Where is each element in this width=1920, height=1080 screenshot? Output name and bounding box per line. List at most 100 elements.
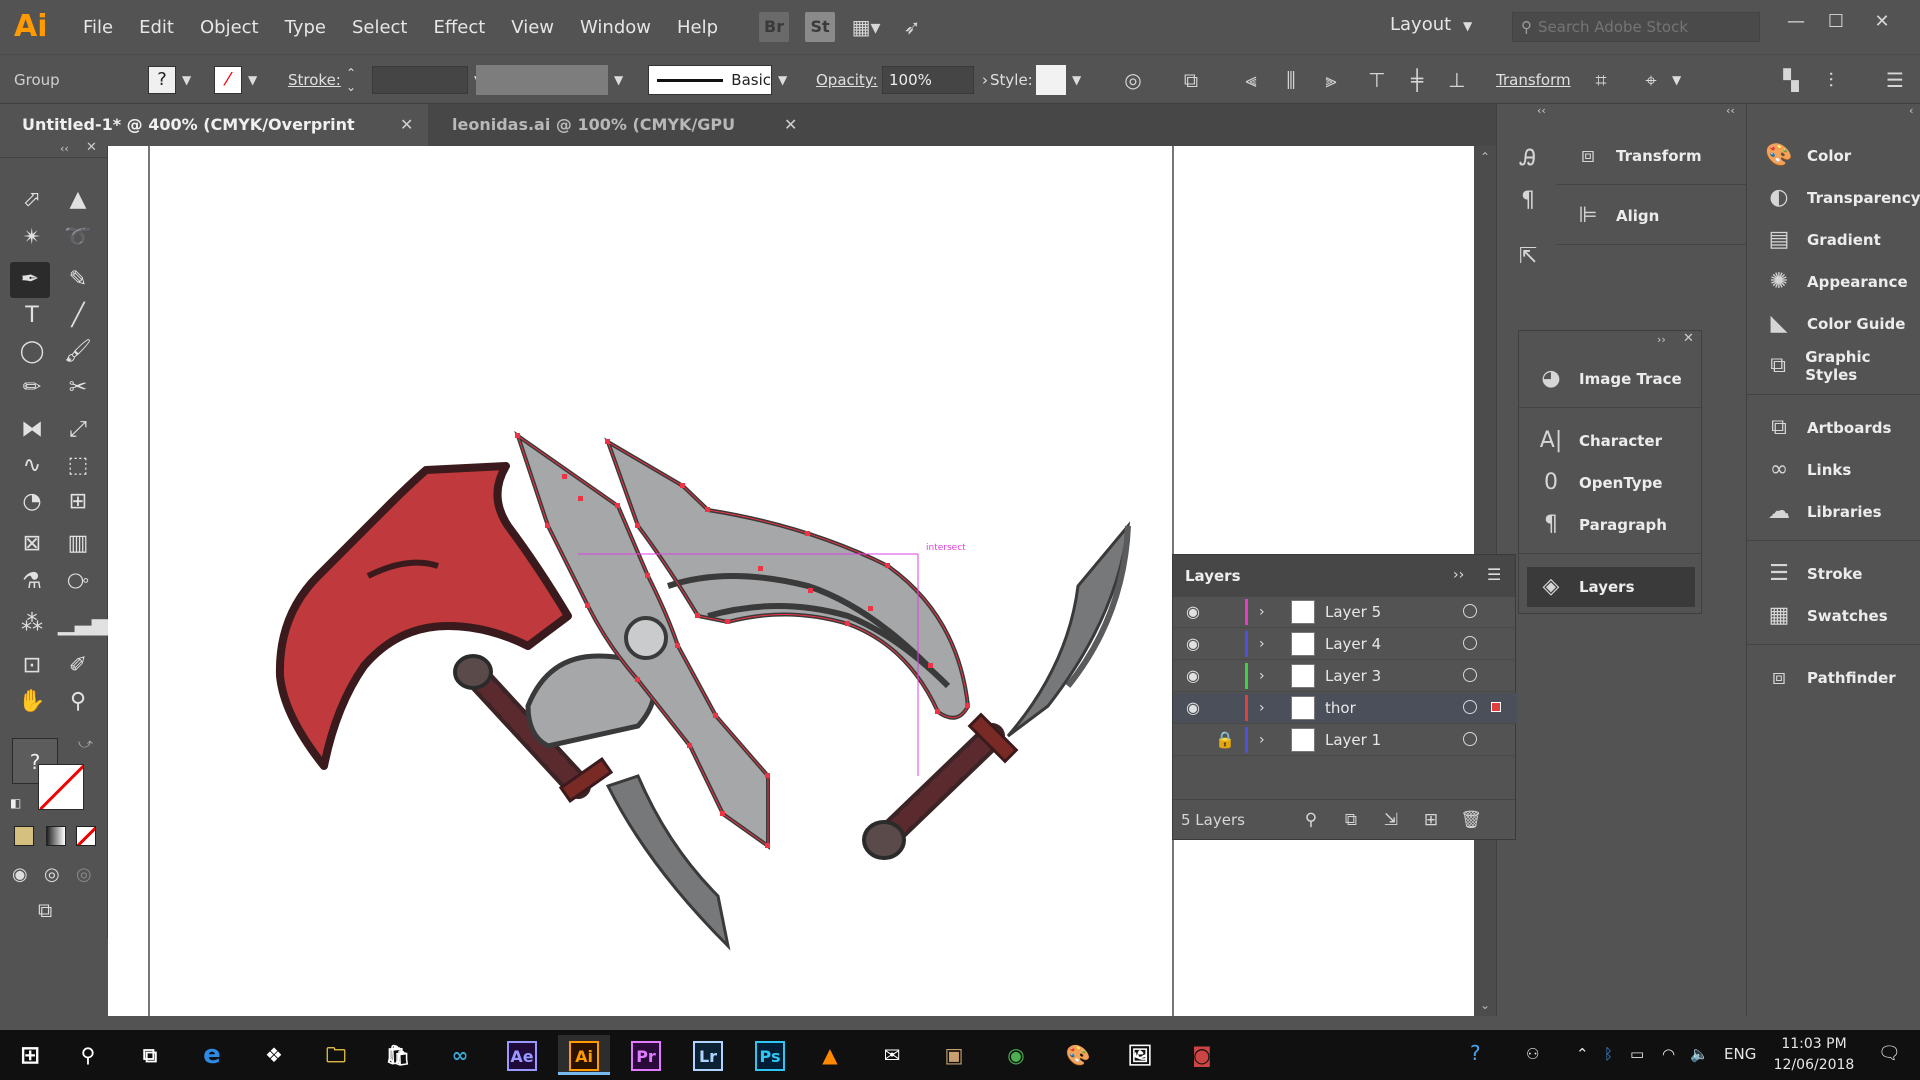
paintbrush-tool-icon[interactable]: 🖌 [58,334,98,370]
close-icon[interactable]: ✕ [400,104,413,146]
pen-tool-icon[interactable]: ✒ [10,262,50,298]
symbol-sprayer-tool-icon[interactable]: ⁂ [12,606,52,642]
wifi-icon[interactable]: ◠ [1662,1045,1675,1063]
photo-app-icon[interactable]: ▣ [928,1035,980,1075]
collapse-icon[interactable]: ‹ [1909,104,1913,117]
task-view-icon[interactable]: ⧉ [124,1035,176,1075]
selection-tool-icon[interactable]: ⬀ [12,182,52,218]
stroke-label[interactable]: Stroke: [288,55,341,105]
isolate-group-icon[interactable]: ⌗ [1586,55,1616,105]
scale-tool-icon[interactable]: ⤢ [58,412,98,448]
volume-icon[interactable]: 🔈 [1690,1045,1709,1063]
fill-swatch[interactable]: ? ▼ [148,55,191,105]
chevron-right-icon[interactable]: › [1259,730,1275,750]
zoom-tool-icon[interactable]: ⚲ [58,684,98,720]
stroke-swatch[interactable]: ⁄ ▼ [214,55,257,105]
chevron-up-icon[interactable]: ⌃ [1576,1045,1589,1063]
stock-icon[interactable]: St [805,12,836,42]
mail-icon[interactable]: ✉ [866,1035,918,1075]
new-layer-icon[interactable]: ⊞ [1419,808,1443,832]
search-stock[interactable]: ⚲ [1512,12,1760,42]
bridge-icon[interactable]: Br [759,12,790,42]
arrange-icon[interactable]: ⫶ [1816,55,1846,105]
bluetooth-icon[interactable]: ᛒ [1604,1045,1613,1063]
close-icon[interactable]: ✕ [784,104,797,146]
opacity-input[interactable] [882,66,974,94]
lock-icon[interactable]: 🔒 [1215,730,1235,750]
slice-tool-icon[interactable]: ✐ [58,648,98,684]
color-mode-icon[interactable] [14,826,34,846]
warp-tool-icon[interactable]: ∿ [12,448,52,484]
minimize-icon[interactable]: — [1782,8,1810,36]
panel-menu-icon[interactable]: ☰ [1487,565,1501,584]
adobe-app-lr-icon[interactable]: Lr [682,1035,734,1075]
scissors-tool-icon[interactable]: ✂ [58,370,98,406]
character-styles-icon[interactable]: Ꭿ [1513,144,1543,174]
scroll-down-icon[interactable]: ⌄ [1474,998,1496,1012]
dropbox-icon[interactable]: ❖ [248,1035,300,1075]
start-icon[interactable]: ⊞ [4,1035,56,1075]
layer-row[interactable]: ◉ › Layer 4 [1173,629,1517,660]
dock-item-paragraph[interactable]: ¶ Paragraph [1519,505,1701,545]
dock-item-artboards[interactable]: ⧉ Artboards [1747,408,1920,448]
swap-fill-stroke-icon[interactable]: ⤻ [78,736,93,752]
opacity-label[interactable]: Opacity: [816,55,878,105]
photos-icon[interactable]: 🖼 [1114,1035,1166,1075]
chevron-right-icon[interactable]: › [1259,698,1275,718]
gradient-mode-icon[interactable] [46,826,66,846]
recolor-artwork-icon[interactable]: ◎ [1118,55,1148,105]
eyedropper-tool-icon[interactable]: ⚗ [12,564,52,600]
hand-tool-icon[interactable]: ✋ [12,684,52,720]
dock-item-libraries[interactable]: ☁ Libraries [1747,492,1920,532]
free-transform-tool-icon[interactable]: ⬚ [58,448,98,484]
layer-row[interactable]: ◉ › Layer 3 [1173,661,1517,692]
vlc-icon[interactable]: ▲ [804,1035,856,1075]
arduino-icon[interactable]: ∞ [434,1035,486,1075]
dock-item-color-guide[interactable]: ◣ Color Guide [1747,304,1920,344]
layer-row[interactable]: ◉ › thor [1173,693,1517,724]
dock-item-appearance[interactable]: ✺ Appearance [1747,262,1920,302]
store-icon[interactable]: 🛍 [372,1035,424,1075]
screen-mode-icon[interactable]: ⧉ [38,898,52,922]
layer-name[interactable]: Layer 4 [1325,635,1381,653]
language-indicator[interactable]: ENG [1724,1045,1756,1063]
adobe-app-ae-icon[interactable]: Ae [496,1035,548,1075]
expand-panels-icon[interactable]: ‹‹ [1537,104,1546,117]
dock-item-transform[interactable]: ⧈ Transform [1556,136,1746,176]
tab-leonidas[interactable]: leonidas.ai @ 100% (CMYK/GPU Preview) [430,104,810,176]
transform-link[interactable]: Transform [1496,55,1571,105]
people-icon[interactable]: ⚇ [1526,1045,1539,1063]
dock-item-graphic-styles[interactable]: ⧉ Graphic Styles [1747,346,1920,386]
align-center-icon[interactable]: ⫼ [1276,55,1306,105]
close-icon[interactable]: ✕ [1683,331,1694,346]
paint-icon[interactable]: 🎨 [1052,1035,1104,1075]
chevron-right-icon[interactable]: › [1259,634,1275,654]
perspective-grid-tool-icon[interactable]: ⊞ [58,484,98,520]
target-circle-icon[interactable] [1463,732,1477,746]
file-explorer-icon[interactable]: 🗀 [310,1035,362,1075]
visibility-eye-icon[interactable]: ◉ [1183,634,1203,654]
menu-select[interactable]: Select [339,17,421,38]
dock-item-character[interactable]: A| Character [1519,421,1701,461]
align-right-icon[interactable]: ⫸ [1316,55,1346,105]
dock-item-stroke[interactable]: ☰ Stroke [1747,554,1920,594]
line-tool-icon[interactable]: ╱ [58,298,98,334]
magic-wand-tool-icon[interactable]: ✴ [12,220,52,256]
reflect-tool-icon[interactable]: ⧓ [12,412,52,448]
stroke-weight-input[interactable] [372,66,468,94]
curvature-tool-icon[interactable]: ✎ [58,262,98,298]
pencil-tool-icon[interactable]: ✏ [12,370,52,406]
direct-selection-tool-icon[interactable]: ▲ [58,182,98,218]
close-icon[interactable]: ✕ [1868,8,1896,36]
menu-type[interactable]: Type [272,17,339,38]
opacity-field[interactable]: › [882,55,988,105]
blend-tool-icon[interactable]: ⧂ [58,564,98,600]
none-mode-icon[interactable] [76,826,96,846]
gradient-tool-icon[interactable]: ▥ [58,526,98,562]
menu-window[interactable]: Window [567,17,664,38]
dock-item-links[interactable]: ∞ Links [1747,450,1920,490]
draw-inside-icon[interactable]: ◎ [76,864,92,885]
dock-item-layers[interactable]: ◈ Layers [1527,567,1695,607]
paragraph-styles-icon[interactable]: ¶ [1513,186,1543,216]
menu-object[interactable]: Object [187,17,272,38]
